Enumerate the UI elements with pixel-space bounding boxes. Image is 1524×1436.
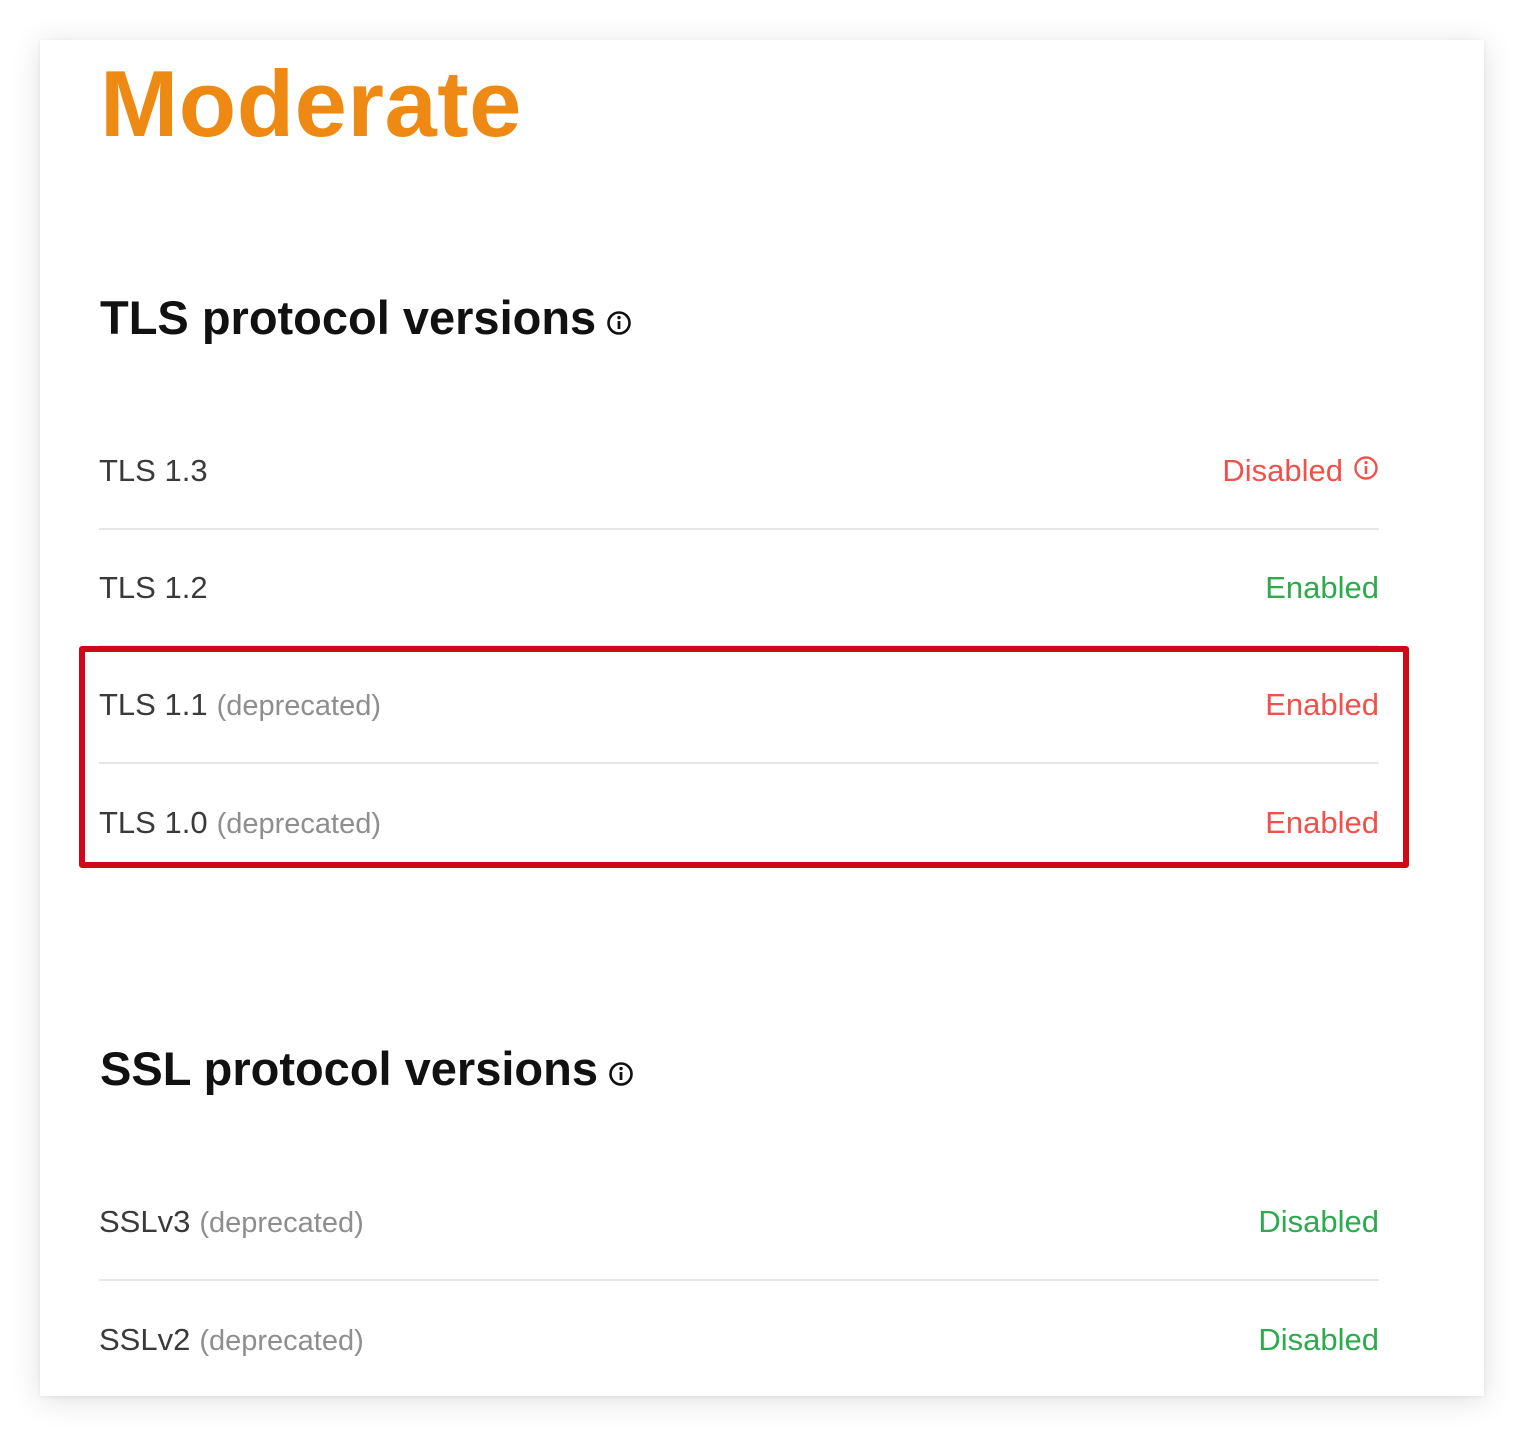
deprecated-note: (deprecated) — [199, 1206, 364, 1239]
protocol-name: SSLv2 (deprecated) — [99, 1321, 364, 1357]
protocol-status: Disabled — [1258, 1321, 1379, 1357]
info-icon[interactable] — [606, 292, 632, 348]
tls-section-title: TLS protocol versions — [100, 290, 632, 350]
ssl-section-title-text: SSL protocol versions — [100, 1042, 598, 1095]
ssl-row-v2: SSLv2 (deprecated) Disabled — [99, 1281, 1379, 1398]
tls-row-1-3: TLS 1.3 Disabled — [99, 413, 1379, 530]
security-report-card: Moderate TLS protocol versions TLS 1.3 D… — [40, 40, 1484, 1396]
highlight-box — [79, 646, 1409, 868]
protocol-status: Enabled — [1265, 569, 1379, 605]
grade-label: Moderate — [100, 51, 522, 156]
deprecated-note: (deprecated) — [199, 1324, 364, 1357]
protocol-name: SSLv3 (deprecated) — [99, 1203, 364, 1239]
protocol-name: TLS 1.2 — [99, 569, 208, 605]
ssl-section-title: SSL protocol versions — [100, 1041, 634, 1101]
tls-section-title-text: TLS protocol versions — [100, 291, 597, 344]
info-icon[interactable] — [608, 1043, 634, 1099]
protocol-name: TLS 1.3 — [99, 452, 208, 488]
protocol-status: Disabled — [1258, 1203, 1379, 1239]
protocol-status: Disabled — [1222, 453, 1379, 489]
ssl-row-v3: SSLv3 (deprecated) Disabled — [99, 1164, 1379, 1281]
tls-row-1-2: TLS 1.2 Enabled — [99, 530, 1379, 647]
ssl-version-list: SSLv3 (deprecated) Disabled SSLv2 (depreca… — [99, 1164, 1379, 1398]
info-icon[interactable] — [1353, 453, 1379, 489]
